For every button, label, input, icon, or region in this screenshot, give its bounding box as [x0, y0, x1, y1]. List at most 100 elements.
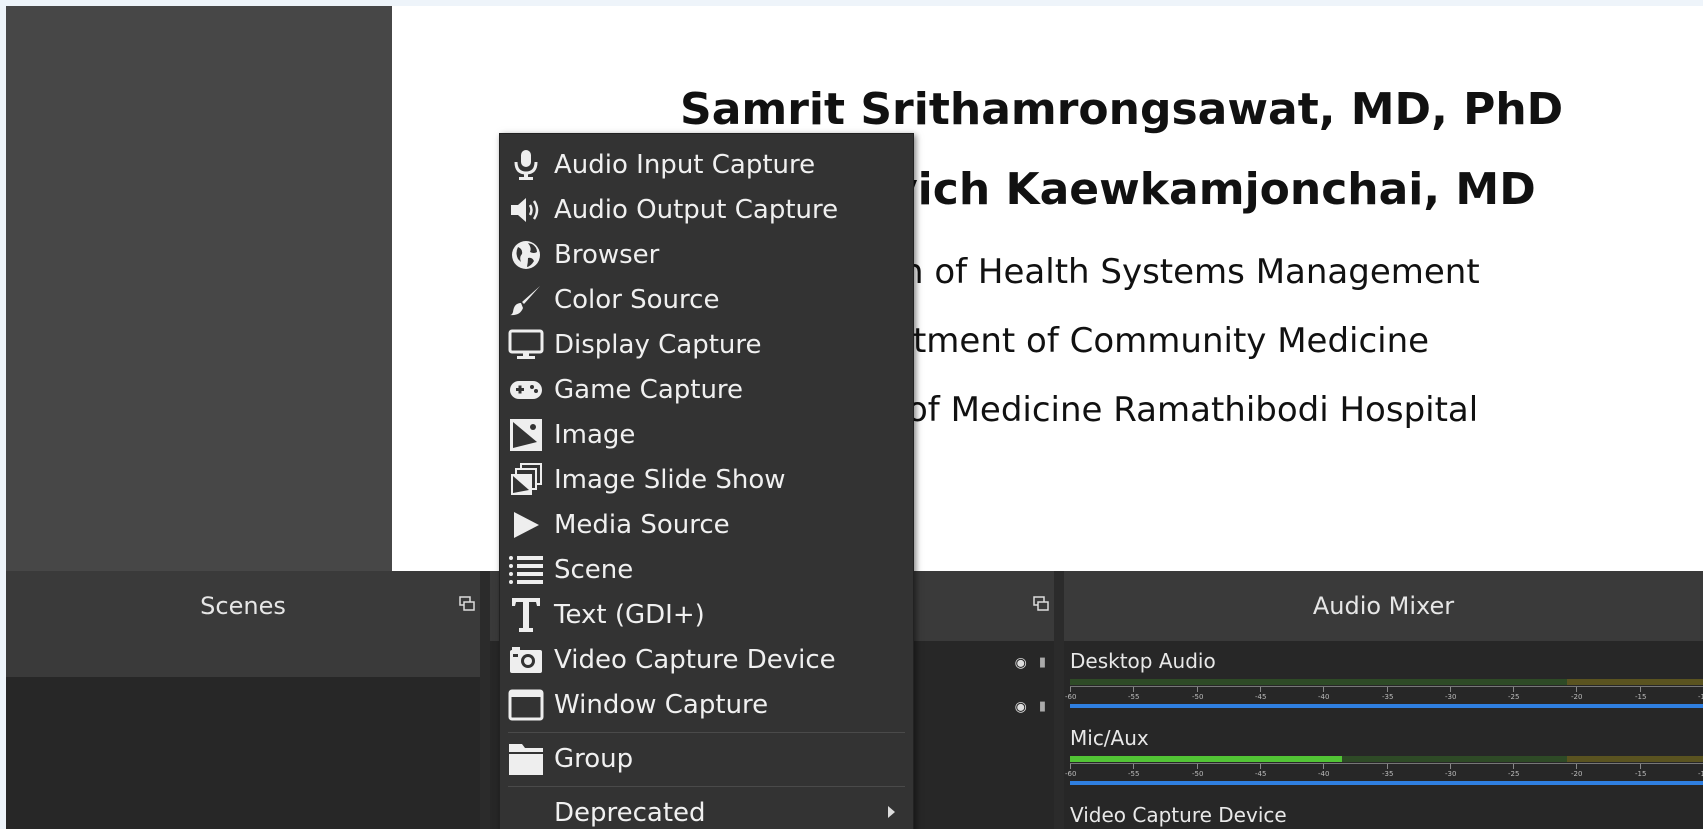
- meter-tick-label: -40: [1318, 693, 1330, 701]
- obs-window: Samrit Srithamrongsawat, MD, PhD vich Ka…: [0, 0, 1703, 829]
- meter-tick-label: -10: [1698, 770, 1703, 778]
- lock-icon[interactable]: ▮: [1039, 655, 1046, 671]
- meter-tick-label: -25: [1508, 770, 1520, 778]
- scenes-title-label: Scenes: [200, 592, 286, 620]
- speaker-icon: [508, 193, 544, 227]
- menu-item-game-capture[interactable]: Game Capture: [500, 367, 913, 412]
- level-fill: [1070, 756, 1343, 762]
- meter-tick-label: -35: [1382, 770, 1394, 778]
- meter-tick: [1640, 764, 1641, 769]
- meter-warning-zone: [1567, 756, 1703, 762]
- scenes-dock-title: Scenes: [6, 571, 480, 641]
- slideshow-icon: [508, 463, 544, 497]
- mixer-channel-video-capture: Video Capture Device: [1064, 803, 1703, 829]
- menu-separator: [508, 732, 905, 733]
- menu-item-display-capture[interactable]: Display Capture: [500, 322, 913, 367]
- meter-tick: [1513, 687, 1514, 692]
- undock-icon[interactable]: [1032, 595, 1050, 613]
- meter-ticks: -60 -55 -50 -45 -40 -35 -30 -25 -20 -15 -10: [1065, 686, 1703, 701]
- meter-tick: [1576, 764, 1577, 769]
- visibility-eye-icon[interactable]: ◉: [1015, 699, 1027, 715]
- menu-separator: [508, 786, 905, 787]
- meter-tick: [1133, 764, 1134, 769]
- menu-item-label: Group: [554, 743, 634, 774]
- lock-icon[interactable]: ▮: [1039, 699, 1046, 715]
- text-icon: [508, 598, 544, 632]
- microphone-icon: [508, 148, 544, 182]
- meter-tick-label: -60: [1065, 693, 1077, 701]
- meter-tick-label: -60: [1065, 770, 1077, 778]
- meter-ticks: -60 -55 -50 -45 -40 -35 -30 -25 -20 -15 -10: [1065, 763, 1703, 778]
- menu-item-label: Scene: [554, 554, 634, 585]
- image-icon: [508, 418, 544, 452]
- meter-tick-label: -20: [1571, 770, 1583, 778]
- preview-background: [6, 6, 392, 571]
- menu-item-text-gdi[interactable]: Text (GDI+): [500, 592, 913, 637]
- menu-item-label: Color Source: [554, 284, 720, 315]
- meter-tick-label: -10: [1698, 693, 1703, 701]
- meter-tick-label: -45: [1255, 693, 1267, 701]
- volume-slider[interactable]: [1070, 781, 1703, 785]
- menu-item-group[interactable]: Group: [500, 736, 913, 781]
- menu-item-label: Window Capture: [554, 689, 769, 720]
- menu-item-label: Media Source: [554, 509, 730, 540]
- menu-item-label: Audio Output Capture: [554, 194, 839, 225]
- level-meter: [1070, 756, 1703, 762]
- meter-tick-label: -50: [1192, 770, 1204, 778]
- window-icon: [508, 688, 544, 722]
- meter-tick-label: -55: [1128, 693, 1140, 701]
- slide-line: of Medicine Ramathibodi Hospital: [907, 390, 1479, 430]
- menu-item-window-capture[interactable]: Window Capture: [500, 682, 913, 727]
- channel-name: Desktop Audio: [1070, 649, 1216, 673]
- meter-tick: [1450, 687, 1451, 692]
- menu-item-label: Display Capture: [554, 329, 762, 360]
- add-source-context-menu: Audio Input Capture Audio Output Capture…: [499, 133, 914, 829]
- submenu-arrow-icon: [888, 806, 895, 818]
- meter-tick-label: -30: [1445, 770, 1457, 778]
- volume-slider[interactable]: [1070, 704, 1703, 708]
- undock-icon[interactable]: [458, 595, 476, 613]
- meter-tick: [1260, 764, 1261, 769]
- menu-item-label: Video Capture Device: [554, 644, 836, 675]
- menu-item-label: Audio Input Capture: [554, 149, 816, 180]
- list-icon: [508, 553, 544, 587]
- menu-item-color-source[interactable]: Color Source: [500, 277, 913, 322]
- audio-mixer-dock-title: Audio Mixer: [1064, 571, 1703, 641]
- menu-item-audio-output-capture[interactable]: Audio Output Capture: [500, 187, 913, 232]
- visibility-eye-icon[interactable]: ◉: [1015, 655, 1027, 671]
- camera-icon: [508, 643, 544, 677]
- menu-item-scene[interactable]: Scene: [500, 547, 913, 592]
- menu-item-label: Game Capture: [554, 374, 744, 405]
- meter-tick: [1640, 687, 1641, 692]
- scene-list-item[interactable]: [6, 641, 480, 677]
- menu-item-image[interactable]: Image: [500, 412, 913, 457]
- meter-tick-label: -20: [1571, 693, 1583, 701]
- meter-tick-label: -35: [1382, 693, 1394, 701]
- menu-item-image-slide-show[interactable]: Image Slide Show: [500, 457, 913, 502]
- meter-tick: [1323, 764, 1324, 769]
- menu-item-browser[interactable]: Browser: [500, 232, 913, 277]
- menu-item-label: Deprecated: [554, 797, 706, 828]
- menu-item-audio-input-capture[interactable]: Audio Input Capture: [500, 142, 913, 187]
- audio-mixer-dock: Audio Mixer Desktop Audio -60 -55 -50 -45 -4…: [1064, 571, 1703, 829]
- meter-tick: [1387, 764, 1388, 769]
- meter-tick-label: -25: [1508, 693, 1520, 701]
- menu-item-deprecated[interactable]: Deprecated: [500, 790, 913, 829]
- level-meter: [1070, 679, 1703, 685]
- menu-item-video-capture-device[interactable]: Video Capture Device: [500, 637, 913, 682]
- meter-tick: [1450, 764, 1451, 769]
- play-icon: [508, 508, 544, 542]
- brush-icon: [508, 283, 544, 317]
- menu-item-label: Image: [554, 419, 636, 450]
- channel-name: Video Capture Device: [1070, 803, 1287, 827]
- folder-icon: [508, 742, 544, 776]
- meter-tick-label: -15: [1635, 693, 1647, 701]
- meter-tick-label: -30: [1445, 693, 1457, 701]
- meter-tick: [1323, 687, 1324, 692]
- meter-tick: [1197, 764, 1198, 769]
- meter-tick-label: -45: [1255, 770, 1267, 778]
- meter-tick-label: -40: [1318, 770, 1330, 778]
- meter-warning-zone: [1567, 679, 1703, 685]
- mixer-channel-mic-aux: Mic/Aux -60 -55 -50 -45 -40 -35 -30 -25 -20 -15 -1…: [1064, 726, 1703, 796]
- menu-item-media-source[interactable]: Media Source: [500, 502, 913, 547]
